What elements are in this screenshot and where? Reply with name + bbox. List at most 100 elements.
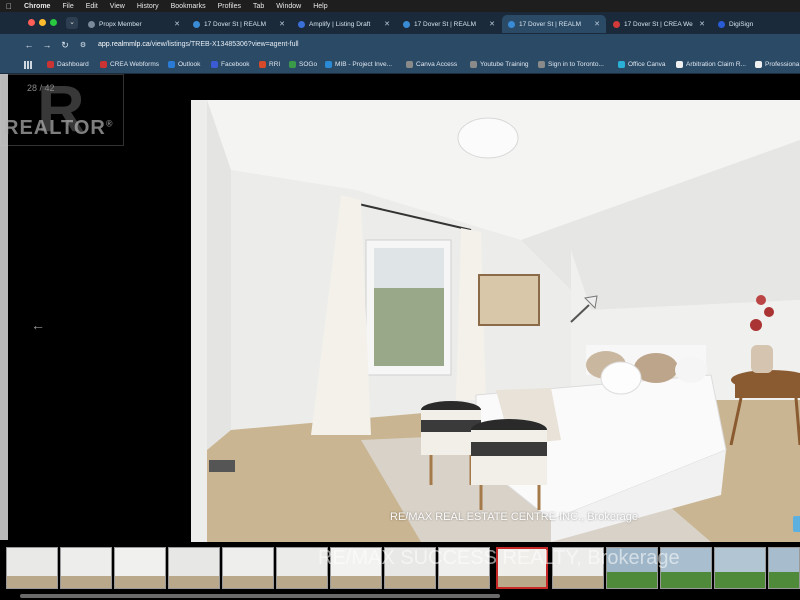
thumbnail-floor: [385, 576, 435, 588]
thumbnail[interactable]: [714, 547, 766, 589]
bookmark-label: Professiona: [765, 61, 800, 68]
thumbnail[interactable]: [114, 547, 166, 589]
thumbnail-floor: [439, 576, 489, 588]
tab-label: 17 Dover St | CREA We: [624, 20, 693, 28]
thumbnail[interactable]: [168, 547, 220, 589]
realtor-logo-text: REALTOR: [4, 117, 106, 139]
tab-favicon-icon: [193, 20, 200, 28]
bookmark-rri[interactable]: RRI: [259, 61, 280, 68]
close-tab-icon[interactable]: ✕: [279, 20, 285, 28]
close-tab-icon[interactable]: ✕: [594, 20, 600, 28]
tab-crea-web[interactable]: 17 Dover St | CREA We ✕: [607, 15, 711, 33]
thumbnail[interactable]: [60, 547, 112, 589]
site-info-icon[interactable]: ⚙: [74, 41, 92, 49]
thumbnail-grass: [769, 572, 799, 588]
tab-favicon-icon: [613, 20, 620, 28]
thumbnail-floor: [553, 576, 603, 588]
bookmark-office-canva[interactable]: Office Canva: [618, 61, 665, 68]
bookmark-sign-in-toronto[interactable]: Sign in to Toronto...: [538, 61, 604, 68]
bookmark-crea-webforms[interactable]: CREA Webforms: [100, 61, 159, 68]
zoom-window-button[interactable]: [50, 19, 57, 26]
tab-label: DigiSign: [729, 20, 754, 28]
bookmark-youtube-training[interactable]: Youtube Training: [470, 61, 529, 68]
bookmark-label: Office Canva: [628, 61, 666, 68]
close-tab-icon[interactable]: ✕: [174, 20, 180, 28]
thumbnail-floor: [277, 576, 327, 588]
menu-file[interactable]: File: [62, 3, 73, 10]
menu-edit[interactable]: Edit: [86, 3, 98, 10]
bookmark-arbitration-claim[interactable]: Arbitration Claim R...: [676, 61, 746, 68]
menu-chrome[interactable]: Chrome: [24, 3, 50, 10]
apple-icon[interactable]: : [6, 2, 12, 11]
bookmark-favicon-icon: [259, 61, 266, 68]
menu-profiles[interactable]: Profiles: [218, 3, 241, 10]
close-tab-icon[interactable]: ✕: [384, 20, 390, 28]
close-tab-icon[interactable]: ✕: [699, 20, 705, 28]
photo-counter: 28 / 42: [27, 83, 55, 93]
bookmark-mib[interactable]: MIB - Project Inve...: [325, 61, 392, 68]
bookmark-professiona[interactable]: Professiona: [755, 61, 799, 68]
back-icon[interactable]: ←: [20, 40, 38, 50]
bookmark-favicon-icon: [47, 61, 54, 68]
menu-help[interactable]: Help: [313, 3, 327, 10]
tab-amplify[interactable]: Amplify | Listing Draft ✕: [292, 15, 396, 33]
tab-label: Propx Member: [99, 20, 142, 28]
menu-tab[interactable]: Tab: [253, 3, 264, 10]
tab-label: 17 Dover St | REALM: [519, 20, 582, 28]
bookmark-label: CREA Webforms: [110, 61, 160, 68]
address-bar[interactable]: app.realmmlp.ca/view/listings/TREB-X1348…: [98, 41, 299, 48]
tab-favicon-icon: [403, 20, 410, 28]
url-path: /view/listings/TREB-X13485306?view=agent…: [149, 41, 299, 48]
thumbnail-grass: [607, 572, 657, 588]
menu-window[interactable]: Window: [276, 3, 301, 10]
tab-digisign[interactable]: DigiSign: [712, 15, 800, 33]
bookmark-label: Facebook: [221, 61, 250, 68]
tab-search-icon[interactable]: ⌄: [66, 17, 78, 29]
bookmark-label: Canva Access: [416, 61, 458, 68]
macos-menu-bar:  Chrome File Edit View History Bookmark…: [0, 0, 800, 12]
apps-grid-icon[interactable]: [24, 61, 32, 69]
thumbnail-floor: [331, 576, 381, 588]
tab-favicon-icon: [298, 20, 305, 28]
thumbnail-grass: [661, 572, 711, 588]
tab-label: 17 Dover St | REALM: [204, 20, 267, 28]
reload-icon[interactable]: ↻: [56, 40, 74, 51]
thumbnail[interactable]: [222, 547, 274, 589]
bookmark-favicon-icon: [470, 61, 477, 68]
thumbnail[interactable]: [768, 547, 800, 589]
thumbnail-floor: [223, 576, 273, 588]
bookmark-dashboard[interactable]: Dashboard: [47, 61, 89, 68]
menu-bookmarks[interactable]: Bookmarks: [171, 3, 206, 10]
realtor-wordmark: REALTOR®: [4, 117, 113, 140]
window-controls: [28, 19, 57, 26]
thumbnail-floor: [7, 576, 57, 588]
menu-view[interactable]: View: [110, 3, 125, 10]
url-host: app.realmmlp.ca: [98, 41, 150, 48]
minimize-window-button[interactable]: [39, 19, 46, 26]
bookmark-favicon-icon: [676, 61, 683, 68]
tab-realm-active[interactable]: 17 Dover St | REALM ✕: [502, 15, 606, 33]
registered-mark: ®: [105, 118, 114, 129]
tab-realm-2[interactable]: 17 Dover St | REALM ✕: [397, 15, 501, 33]
tab-propx-member[interactable]: Propx Member ✕: [82, 15, 186, 33]
tab-realm-1[interactable]: 17 Dover St | REALM ✕: [187, 15, 291, 33]
bookmark-favicon-icon: [100, 61, 107, 68]
menu-history[interactable]: History: [137, 3, 159, 10]
thumbnail-scrollbar[interactable]: [20, 594, 500, 598]
bookmark-facebook[interactable]: Facebook: [211, 61, 250, 68]
tab-favicon-icon: [88, 20, 95, 28]
next-photo-tab[interactable]: [793, 516, 800, 532]
close-window-button[interactable]: [28, 19, 35, 26]
bookmark-label: Arbitration Claim R...: [686, 61, 746, 68]
thumbnail-floor: [169, 576, 219, 588]
bookmark-favicon-icon: [538, 61, 545, 68]
forward-icon[interactable]: →: [38, 40, 56, 50]
bookmark-label: Outlook: [178, 61, 201, 68]
close-tab-icon[interactable]: ✕: [489, 20, 495, 28]
previous-photo-icon[interactable]: ←: [31, 317, 45, 333]
thumbnail[interactable]: [6, 547, 58, 589]
bookmark-canva-access[interactable]: Canva Access: [406, 61, 457, 68]
bookmark-sogo[interactable]: SOGo: [289, 61, 317, 68]
bookmark-outlook[interactable]: Outlook: [168, 61, 200, 68]
tab-favicon-icon: [508, 20, 515, 28]
